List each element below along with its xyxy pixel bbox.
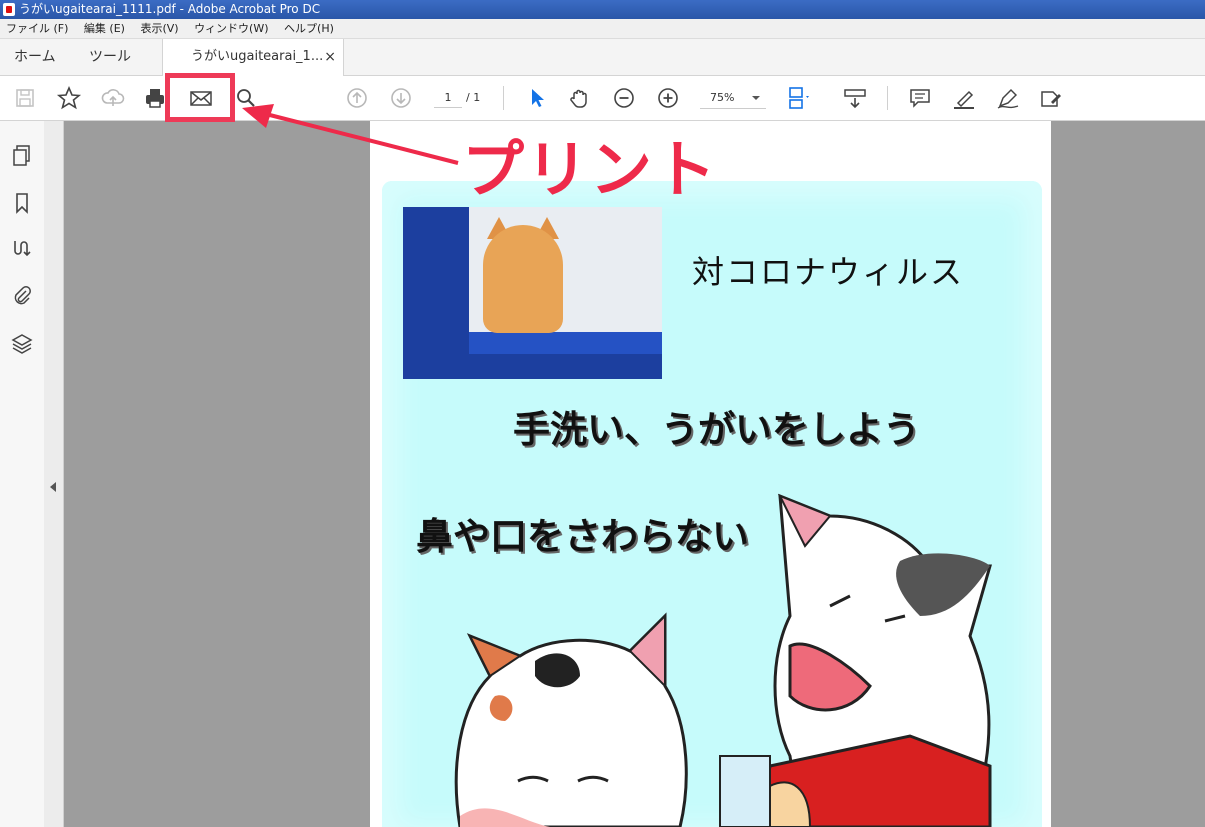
bookmark-icon[interactable] xyxy=(10,191,34,215)
pages-icon[interactable] xyxy=(10,143,34,167)
menu-view[interactable]: 表示(V) xyxy=(140,22,178,35)
attachment-icon[interactable] xyxy=(10,283,34,307)
chevron-left-icon xyxy=(50,482,56,492)
zoom-in-icon[interactable] xyxy=(654,84,682,112)
pdf-page: 対コロナウィルス 手洗い、うがいをしよう 鼻や口をさわらない xyxy=(370,121,1051,827)
comment-icon[interactable] xyxy=(906,84,934,112)
zoom-select[interactable]: 75% xyxy=(700,88,766,109)
tab-document[interactable]: うがいugaitearai_1... × xyxy=(162,39,344,76)
zoom-out-icon[interactable] xyxy=(610,84,638,112)
zoom-value: 75% xyxy=(710,91,735,104)
menu-help[interactable]: ヘルプ(H) xyxy=(284,22,334,35)
page-heading-wash: 手洗い、うがいをしよう xyxy=(513,408,920,451)
menu-window[interactable]: ウィンドウ(W) xyxy=(194,22,268,35)
menu-file[interactable]: ファイル (F) xyxy=(6,22,68,35)
layers-icon[interactable] xyxy=(10,331,34,355)
highlight-icon[interactable] xyxy=(950,84,978,112)
sign-icon[interactable] xyxy=(994,84,1022,112)
page-heading-corona: 対コロナウィルス xyxy=(692,253,965,291)
menu-bar: ファイル (F) 編集 (E) 表示(V) ウィンドウ(W) ヘルプ(H) xyxy=(0,19,1205,39)
link-icon[interactable] xyxy=(10,237,34,261)
cat-photo xyxy=(403,207,662,379)
upload-icon[interactable] xyxy=(99,84,127,112)
select-cursor-icon[interactable] xyxy=(523,84,551,112)
toolbar-divider xyxy=(503,86,504,110)
callout-arrow xyxy=(242,104,459,165)
tab-home[interactable]: ホーム xyxy=(14,39,56,75)
chevron-down-icon xyxy=(752,96,760,100)
window-titlebar: うがいugaitearai_1111.pdf - Adobe Acrobat P… xyxy=(0,0,1205,19)
sidebar-collapse-handle[interactable] xyxy=(44,121,64,827)
toolbar-divider xyxy=(887,86,888,110)
cats-illustration xyxy=(454,493,992,827)
tab-document-label: うがいugaitearai_1... xyxy=(191,49,324,64)
menu-edit[interactable]: 編集 (E) xyxy=(84,22,125,35)
fill-sign-icon[interactable] xyxy=(1037,84,1065,112)
acrobat-app-icon xyxy=(3,3,15,16)
print-highlight-box xyxy=(165,73,235,122)
print-callout-label: プリント xyxy=(462,133,719,206)
left-sidebar xyxy=(0,121,45,827)
tab-bar: ホーム ツール うがいugaitearai_1... × xyxy=(0,39,1205,76)
save-icon[interactable] xyxy=(11,84,39,112)
close-tab-icon[interactable]: × xyxy=(324,39,336,75)
scroll-mode-icon[interactable] xyxy=(841,84,869,112)
window-title: うがいugaitearai_1111.pdf - Adobe Acrobat P… xyxy=(19,2,321,16)
star-icon[interactable] xyxy=(55,84,83,112)
tab-tools[interactable]: ツール xyxy=(89,39,131,75)
fit-page-icon[interactable] xyxy=(785,84,813,112)
hand-icon[interactable] xyxy=(566,84,594,112)
